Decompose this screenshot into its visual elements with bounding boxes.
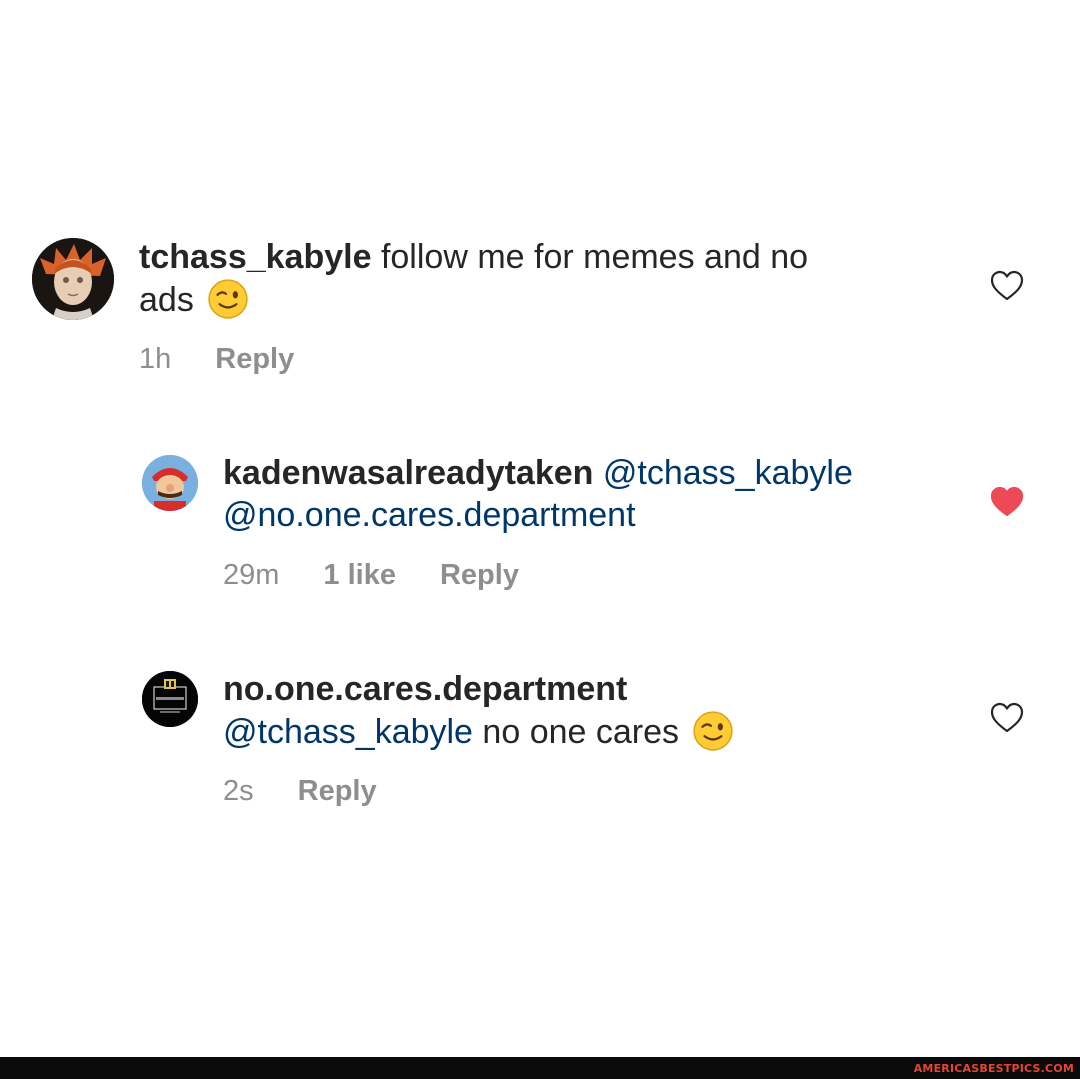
reply-button[interactable]: Reply	[440, 559, 519, 592]
comment-1-meta: 1h Reply	[139, 343, 294, 376]
winking-face-emoji-icon	[207, 278, 249, 320]
comment-username[interactable]: tchass_kabyle	[139, 238, 372, 276]
avatar-tchass-kabyle[interactable]	[32, 238, 114, 320]
comment-time: 1h	[139, 343, 172, 375]
mention-link[interactable]: @tchass_kabyle	[603, 454, 853, 492]
avatar-kadenwasalreadytaken[interactable]	[142, 455, 198, 511]
avatar-image	[142, 671, 198, 727]
watermark-text: AMERICASBESTPICS.COM	[913, 1062, 1074, 1075]
avatar-no-one-cares-department[interactable]	[142, 671, 198, 727]
like-heart-icon[interactable]	[990, 270, 1024, 302]
comment-body: no one cares	[472, 713, 680, 751]
comment-2-meta: 29m 1 like Reply	[223, 559, 519, 592]
comment-1-text: tchass_kabyle follow me for memes and no…	[139, 236, 919, 321]
mention-link[interactable]: @tchass_kabyle	[223, 713, 473, 751]
watermark-bar: AMERICASBESTPICS.COM	[0, 1057, 1080, 1079]
liked-heart-icon[interactable]	[990, 486, 1024, 518]
comment-username[interactable]: no.one.cares.department	[223, 670, 627, 708]
comment-time: 29m	[223, 559, 280, 591]
comment-3-text: no.one.cares.department @tchass_kabyle n…	[223, 668, 963, 753]
avatar-image	[32, 238, 114, 320]
like-heart-icon[interactable]	[990, 702, 1024, 734]
reply-button[interactable]: Reply	[298, 775, 377, 808]
mention-link[interactable]: @no.one.cares.department	[223, 496, 636, 534]
comment-username[interactable]: kadenwasalreadytaken	[223, 454, 593, 492]
comment-time: 2s	[223, 775, 254, 807]
avatar-image	[142, 455, 198, 511]
reply-button[interactable]: Reply	[215, 343, 294, 376]
winking-face-emoji-icon	[692, 710, 734, 752]
comment-2-text: kadenwasalreadytaken @tchass_kabyle @no.…	[223, 452, 963, 536]
like-count[interactable]: 1 like	[323, 559, 396, 592]
comment-body-line2: ads	[139, 281, 194, 319]
comment-3-meta: 2s Reply	[223, 775, 377, 808]
comment-body: follow me for memes and no	[371, 238, 809, 276]
